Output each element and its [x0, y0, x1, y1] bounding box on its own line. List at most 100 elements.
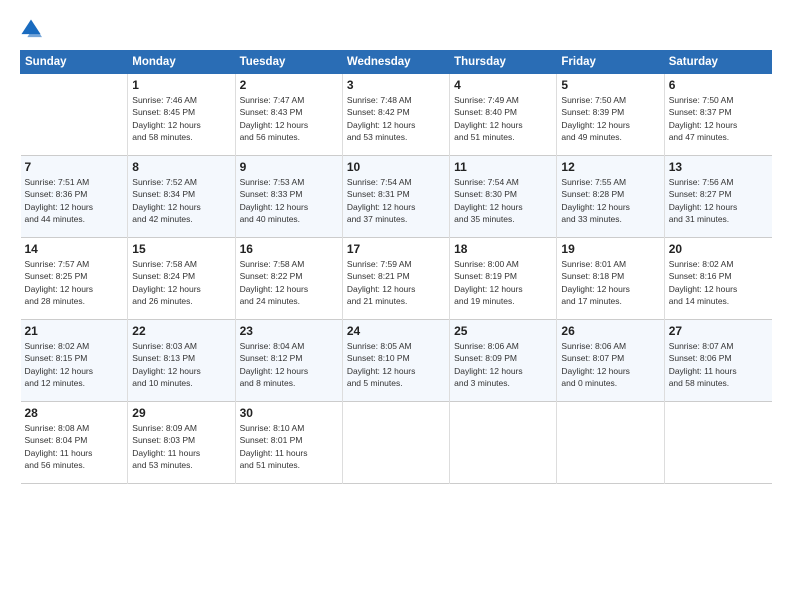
- cell-content: Sunrise: 8:03 AM Sunset: 8:13 PM Dayligh…: [132, 340, 230, 389]
- day-number: 18: [454, 242, 552, 256]
- cell-content: Sunrise: 7:54 AM Sunset: 8:30 PM Dayligh…: [454, 176, 552, 225]
- calendar-cell: 22 Sunrise: 8:03 AM Sunset: 8:13 PM Dayli…: [128, 320, 235, 402]
- cell-content: Sunrise: 7:52 AM Sunset: 8:34 PM Dayligh…: [132, 176, 230, 225]
- calendar-cell: 19 Sunrise: 8:01 AM Sunset: 8:18 PM Dayli…: [557, 238, 664, 320]
- header-row: SundayMondayTuesdayWednesdayThursdayFrid…: [21, 51, 772, 74]
- cell-content: Sunrise: 7:58 AM Sunset: 8:24 PM Dayligh…: [132, 258, 230, 307]
- cell-content: Sunrise: 7:46 AM Sunset: 8:45 PM Dayligh…: [132, 94, 230, 143]
- cell-content: Sunrise: 7:50 AM Sunset: 8:39 PM Dayligh…: [561, 94, 659, 143]
- cell-content: Sunrise: 8:06 AM Sunset: 8:09 PM Dayligh…: [454, 340, 552, 389]
- cell-content: Sunrise: 7:59 AM Sunset: 8:21 PM Dayligh…: [347, 258, 445, 307]
- page: SundayMondayTuesdayWednesdayThursdayFrid…: [0, 0, 792, 612]
- header-cell-saturday: Saturday: [664, 51, 771, 74]
- header-cell-wednesday: Wednesday: [342, 51, 449, 74]
- day-number: 8: [132, 160, 230, 174]
- logo: [20, 18, 46, 40]
- calendar-cell: [342, 402, 449, 484]
- calendar-cell: 28Sunrise: 8:08 AM Sunset: 8:04 PM Dayli…: [21, 402, 128, 484]
- day-number: 19: [561, 242, 659, 256]
- header-cell-friday: Friday: [557, 51, 664, 74]
- day-number: 23: [240, 324, 338, 338]
- calendar-cell: 13 Sunrise: 7:56 AM Sunset: 8:27 PM Dayli…: [664, 156, 771, 238]
- day-number: 25: [454, 324, 552, 338]
- day-number: 27: [669, 324, 768, 338]
- calendar-cell: 3 Sunrise: 7:48 AM Sunset: 8:42 PM Daylig…: [342, 74, 449, 156]
- calendar-cell: 7 Sunrise: 7:51 AM Sunset: 8:36 PM Daylig…: [21, 156, 128, 238]
- cell-content: Sunrise: 8:07 AM Sunset: 8:06 PM Dayligh…: [669, 340, 768, 389]
- day-number: 16: [240, 242, 338, 256]
- calendar-cell: [21, 74, 128, 156]
- calendar-cell: 17 Sunrise: 7:59 AM Sunset: 8:21 PM Dayli…: [342, 238, 449, 320]
- calendar-cell: 14 Sunrise: 7:57 AM Sunset: 8:25 PM Dayli…: [21, 238, 128, 320]
- day-number: 17: [347, 242, 445, 256]
- day-number: 14: [25, 242, 124, 256]
- cell-content: Sunrise: 8:01 AM Sunset: 8:18 PM Dayligh…: [561, 258, 659, 307]
- calendar-cell: 27 Sunrise: 8:07 AM Sunset: 8:06 PM Dayli…: [664, 320, 771, 402]
- header-cell-monday: Monday: [128, 51, 235, 74]
- day-number: 6: [669, 78, 768, 92]
- cell-content: Sunrise: 8:08 AM Sunset: 8:04 PM Dayligh…: [25, 422, 124, 471]
- calendar-cell: 24 Sunrise: 8:05 AM Sunset: 8:10 PM Dayli…: [342, 320, 449, 402]
- day-number: 3: [347, 78, 445, 92]
- header: [20, 18, 772, 40]
- cell-content: Sunrise: 8:06 AM Sunset: 8:07 PM Dayligh…: [561, 340, 659, 389]
- cell-content: Sunrise: 8:02 AM Sunset: 8:16 PM Dayligh…: [669, 258, 768, 307]
- week-row-2: 7 Sunrise: 7:51 AM Sunset: 8:36 PM Daylig…: [21, 156, 772, 238]
- calendar-cell: 9Sunrise: 7:53 AM Sunset: 8:33 PM Daylig…: [235, 156, 342, 238]
- cell-content: Sunrise: 7:57 AM Sunset: 8:25 PM Dayligh…: [25, 258, 124, 307]
- day-number: 30: [240, 406, 338, 420]
- calendar-cell: [664, 402, 771, 484]
- calendar-cell: 2 Sunrise: 7:47 AM Sunset: 8:43 PM Daylig…: [235, 74, 342, 156]
- calendar-table: SundayMondayTuesdayWednesdayThursdayFrid…: [20, 50, 772, 484]
- cell-content: Sunrise: 7:55 AM Sunset: 8:28 PM Dayligh…: [561, 176, 659, 225]
- header-cell-tuesday: Tuesday: [235, 51, 342, 74]
- day-number: 15: [132, 242, 230, 256]
- calendar-cell: 10 Sunrise: 7:54 AM Sunset: 8:31 PM Dayli…: [342, 156, 449, 238]
- cell-content: Sunrise: 7:56 AM Sunset: 8:27 PM Dayligh…: [669, 176, 768, 225]
- week-row-5: 28Sunrise: 8:08 AM Sunset: 8:04 PM Dayli…: [21, 402, 772, 484]
- day-number: 2: [240, 78, 338, 92]
- cell-content: Sunrise: 8:04 AM Sunset: 8:12 PM Dayligh…: [240, 340, 338, 389]
- calendar-cell: 15 Sunrise: 7:58 AM Sunset: 8:24 PM Dayli…: [128, 238, 235, 320]
- calendar-body: 1 Sunrise: 7:46 AM Sunset: 8:45 PM Daylig…: [21, 74, 772, 484]
- day-number: 5: [561, 78, 659, 92]
- cell-content: Sunrise: 7:47 AM Sunset: 8:43 PM Dayligh…: [240, 94, 338, 143]
- cell-content: Sunrise: 7:58 AM Sunset: 8:22 PM Dayligh…: [240, 258, 338, 307]
- cell-content: Sunrise: 7:48 AM Sunset: 8:42 PM Dayligh…: [347, 94, 445, 143]
- calendar-cell: 6 Sunrise: 7:50 AM Sunset: 8:37 PM Daylig…: [664, 74, 771, 156]
- day-number: 13: [669, 160, 768, 174]
- calendar-header: SundayMondayTuesdayWednesdayThursdayFrid…: [21, 51, 772, 74]
- day-number: 1: [132, 78, 230, 92]
- day-number: 11: [454, 160, 552, 174]
- week-row-3: 14 Sunrise: 7:57 AM Sunset: 8:25 PM Dayli…: [21, 238, 772, 320]
- cell-content: Sunrise: 7:51 AM Sunset: 8:36 PM Dayligh…: [25, 176, 124, 225]
- cell-content: Sunrise: 7:54 AM Sunset: 8:31 PM Dayligh…: [347, 176, 445, 225]
- day-number: 29: [132, 406, 230, 420]
- calendar-cell: 4 Sunrise: 7:49 AM Sunset: 8:40 PM Daylig…: [450, 74, 557, 156]
- day-number: 7: [25, 160, 124, 174]
- day-number: 20: [669, 242, 768, 256]
- calendar-cell: 12Sunrise: 7:55 AM Sunset: 8:28 PM Dayli…: [557, 156, 664, 238]
- cell-content: Sunrise: 7:50 AM Sunset: 8:37 PM Dayligh…: [669, 94, 768, 143]
- calendar-cell: 5 Sunrise: 7:50 AM Sunset: 8:39 PM Daylig…: [557, 74, 664, 156]
- day-number: 4: [454, 78, 552, 92]
- week-row-4: 21Sunrise: 8:02 AM Sunset: 8:15 PM Dayli…: [21, 320, 772, 402]
- calendar-cell: 1 Sunrise: 7:46 AM Sunset: 8:45 PM Daylig…: [128, 74, 235, 156]
- week-row-1: 1 Sunrise: 7:46 AM Sunset: 8:45 PM Daylig…: [21, 74, 772, 156]
- calendar-cell: 29 Sunrise: 8:09 AM Sunset: 8:03 PM Dayli…: [128, 402, 235, 484]
- day-number: 22: [132, 324, 230, 338]
- calendar-cell: 25 Sunrise: 8:06 AM Sunset: 8:09 PM Dayli…: [450, 320, 557, 402]
- cell-content: Sunrise: 8:00 AM Sunset: 8:19 PM Dayligh…: [454, 258, 552, 307]
- header-cell-sunday: Sunday: [21, 51, 128, 74]
- day-number: 10: [347, 160, 445, 174]
- calendar-cell: 23 Sunrise: 8:04 AM Sunset: 8:12 PM Dayli…: [235, 320, 342, 402]
- cell-content: Sunrise: 8:05 AM Sunset: 8:10 PM Dayligh…: [347, 340, 445, 389]
- cell-content: Sunrise: 8:09 AM Sunset: 8:03 PM Dayligh…: [132, 422, 230, 471]
- calendar-cell: 26 Sunrise: 8:06 AM Sunset: 8:07 PM Dayli…: [557, 320, 664, 402]
- day-number: 24: [347, 324, 445, 338]
- calendar-cell: [557, 402, 664, 484]
- cell-content: Sunrise: 8:10 AM Sunset: 8:01 PM Dayligh…: [240, 422, 338, 471]
- day-number: 9: [240, 160, 338, 174]
- day-number: 26: [561, 324, 659, 338]
- cell-content: Sunrise: 7:49 AM Sunset: 8:40 PM Dayligh…: [454, 94, 552, 143]
